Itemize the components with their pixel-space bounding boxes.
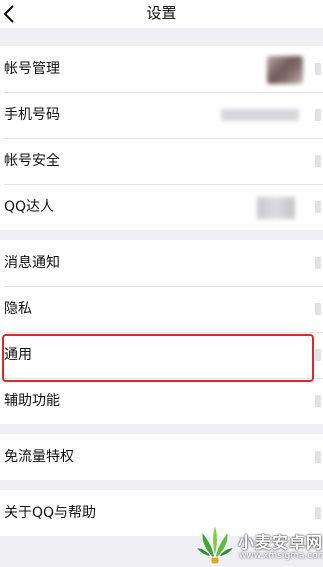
row-label: 关于QQ与帮助 <box>4 505 97 521</box>
watermark: 小麦安卓网 www.xmsigma.com <box>192 520 323 567</box>
chevron-right-icon <box>315 63 321 75</box>
data-free-group: 免流量特权 <box>0 434 323 480</box>
row-label: 帐号管理 <box>4 61 60 77</box>
row-privacy[interactable]: 隐私 <box>0 286 323 332</box>
blurred-avatar <box>267 56 303 84</box>
chevron-right-icon <box>315 109 321 121</box>
row-label: 辅助功能 <box>4 393 60 409</box>
row-label: 帐号安全 <box>4 153 60 169</box>
row-phone-number[interactable]: 手机号码 <box>0 92 323 138</box>
chevron-right-icon <box>315 451 321 463</box>
row-qq-expert[interactable]: QQ达人 <box>0 184 323 230</box>
chevron-right-icon <box>315 303 321 315</box>
row-accessibility[interactable]: 辅助功能 <box>0 378 323 424</box>
row-label: 手机号码 <box>4 107 60 123</box>
row-account-management[interactable]: 帐号管理 <box>0 46 323 92</box>
row-label: 隐私 <box>4 301 32 317</box>
row-label: 免流量特权 <box>4 449 74 465</box>
account-group: 帐号管理 手机号码 帐号安全 QQ达人 <box>0 46 323 230</box>
settings-screen: 设置 帐号管理 手机号码 帐号安全 QQ达人 消息通知 隐私 通用 辅助功能 免… <box>0 0 323 567</box>
navigation-bar: 设置 <box>0 0 323 28</box>
row-label: QQ达人 <box>4 199 55 215</box>
row-label: 通用 <box>4 347 32 363</box>
chevron-right-icon <box>315 257 321 269</box>
blurred-qq-expert-value <box>257 197 295 219</box>
row-data-free-privilege[interactable]: 免流量特权 <box>0 434 323 480</box>
chevron-right-icon <box>315 155 321 167</box>
blurred-phone-value <box>221 109 299 121</box>
watermark-url: www.xmsigma.com <box>239 551 323 561</box>
page-title: 设置 <box>146 4 177 22</box>
row-general[interactable]: 通用 <box>0 332 323 378</box>
row-label: 消息通知 <box>4 255 60 271</box>
site-logo-icon <box>194 521 236 565</box>
chevron-right-icon <box>315 395 321 407</box>
chevron-right-icon <box>315 349 321 361</box>
chevron-right-icon <box>315 201 321 213</box>
row-message-notifications[interactable]: 消息通知 <box>0 240 323 286</box>
chevron-right-icon <box>315 507 321 519</box>
watermark-title: 小麦安卓网 <box>238 533 323 552</box>
row-account-security[interactable]: 帐号安全 <box>0 138 323 184</box>
general-group: 消息通知 隐私 通用 辅助功能 <box>0 240 323 424</box>
